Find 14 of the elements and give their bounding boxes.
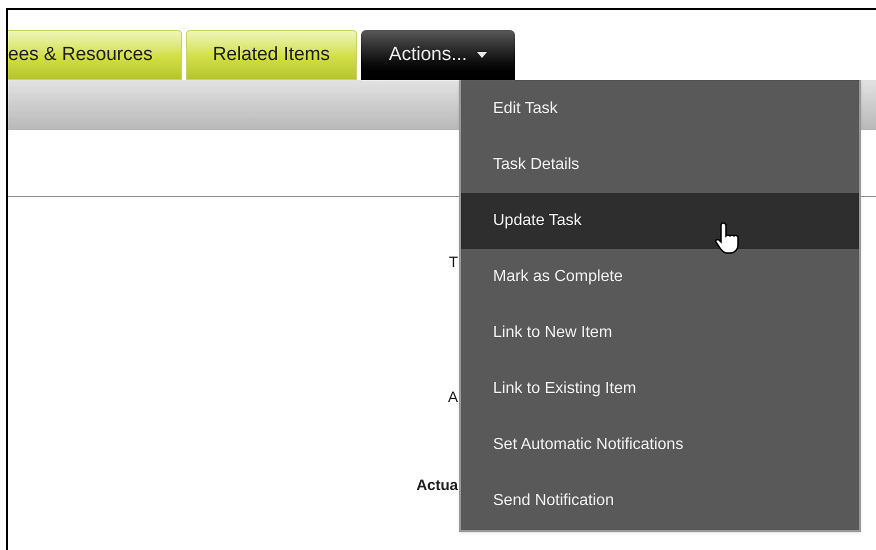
menu-item[interactable]: Link to New Item bbox=[461, 305, 859, 361]
tab[interactable]: ees & Resources bbox=[8, 30, 182, 80]
tab[interactable]: Actions... bbox=[360, 30, 516, 80]
caret-icon bbox=[477, 52, 488, 58]
menu-item[interactable]: Link to Existing Item bbox=[461, 361, 859, 417]
tab[interactable]: Related Items bbox=[186, 30, 357, 80]
menu-item[interactable]: Task Details bbox=[461, 137, 859, 193]
menu-item[interactable]: Set Automatic Notifications bbox=[461, 417, 859, 473]
menu-item[interactable]: Send Notification bbox=[461, 473, 859, 529]
field-label: A bbox=[448, 388, 458, 408]
field-label: T bbox=[448, 253, 458, 273]
menu-item[interactable]: Edit Task bbox=[461, 81, 859, 137]
menu-item[interactable]: Mark as Complete bbox=[461, 249, 859, 305]
field-label: Actua bbox=[416, 476, 458, 496]
